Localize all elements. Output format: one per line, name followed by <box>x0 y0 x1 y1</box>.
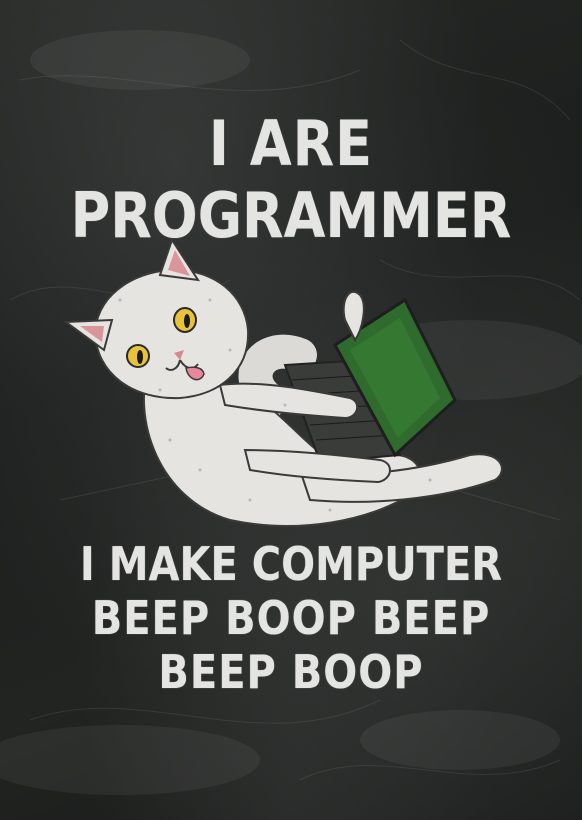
tagline-line-1: I MAKE COMPUTER <box>79 538 503 592</box>
tagline-line-3: BEEP BOOP <box>158 646 424 700</box>
tagline-line-2: BEEP BOOP BEEP <box>91 592 491 646</box>
poster: I ARE PROGRAMMER I MAKE COMPUTER BEEP BO… <box>0 0 582 820</box>
